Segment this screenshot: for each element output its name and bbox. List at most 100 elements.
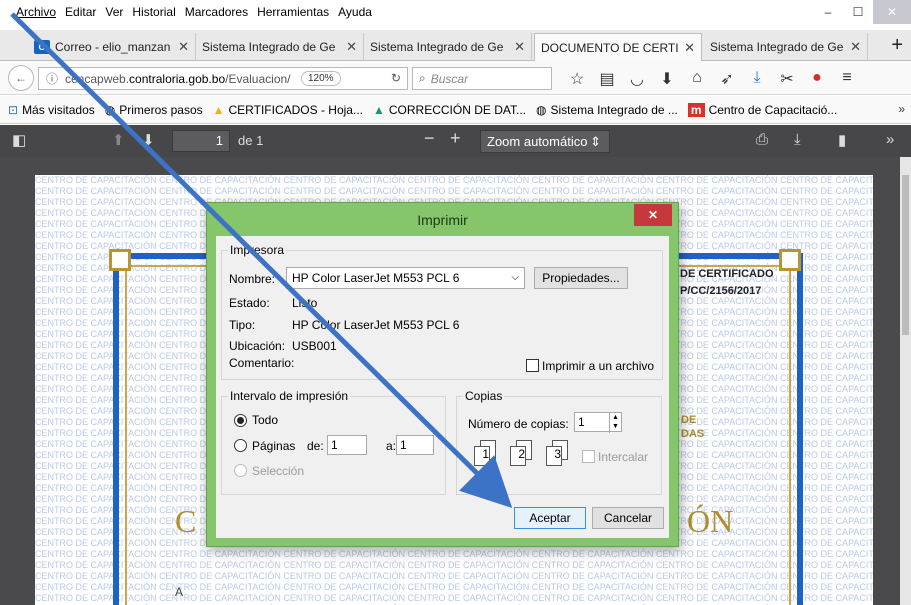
all-pages-radio[interactable] <box>234 414 247 427</box>
tab-correo[interactable]: O Correo - elio_manzan ✕ <box>28 33 196 61</box>
tools-chevron-icon[interactable]: » <box>886 131 894 148</box>
collate-label: Intercalar <box>598 450 649 464</box>
tab-label: Sistema Integrado de Ge <box>202 40 336 54</box>
bookmark-sistema[interactable]: ◍ Sistema Integrado de ... <box>536 103 678 117</box>
zoom-in-icon[interactable]: + <box>450 128 461 149</box>
window-controls: ‒ ☐ ✕ <box>813 0 911 24</box>
close-icon[interactable]: ✕ <box>634 204 672 226</box>
sidebar-toggle-icon[interactable]: ◧ <box>12 131 26 149</box>
collate-page: 2 <box>518 447 525 461</box>
url-bar[interactable]: ⓘ cencapweb.contraloria.gob.bo/Evaluacio… <box>38 67 408 90</box>
menu-archivo[interactable]: Archivo <box>16 5 56 19</box>
pocket-icon[interactable]: ◡ <box>622 69 652 89</box>
bookmark-label: Sistema Integrado de ... <box>550 102 678 117</box>
menu-marcadores[interactable]: Marcadores <box>185 5 248 19</box>
menu-historial[interactable]: Historial <box>132 5 175 19</box>
status-label: Estado: <box>229 296 270 310</box>
back-arrow-icon[interactable]: ← <box>8 65 34 91</box>
close-tab-icon[interactable]: ✕ <box>850 39 861 55</box>
print-to-file-checkbox[interactable] <box>526 359 539 372</box>
location-value: USB001 <box>292 339 337 353</box>
tab-sistema-1[interactable]: Sistema Integrado de Ge ✕ <box>196 33 364 61</box>
zoom-select[interactable]: Zoom automático ⇕ <box>480 130 610 153</box>
screenshot-icon[interactable]: ✂ <box>772 69 802 89</box>
bookmark-mas-visitados[interactable]: ⊡ Más visitados <box>8 103 95 117</box>
minimize-icon[interactable]: ‒ <box>813 0 843 24</box>
bookmark-correccion[interactable]: ▲ CORRECCIÓN DE DAT... <box>373 103 526 117</box>
search-input[interactable]: ⌕ Buscar <box>412 67 552 90</box>
downloads-icon[interactable]: ⬇ <box>652 69 682 89</box>
bookmark-centro[interactable]: m Centro de Capacitació... <box>687 102 838 117</box>
new-tab-icon[interactable]: + <box>891 34 903 57</box>
close-window-icon[interactable]: ✕ <box>873 0 911 24</box>
tab-sistema-2[interactable]: Sistema Integrado de Ge ✕ <box>364 33 532 61</box>
status-value: Listo <box>292 296 318 310</box>
cancel-button[interactable]: Cancelar <box>592 507 664 529</box>
collate-page: 3 <box>554 447 561 461</box>
zoom-indicator[interactable]: 120% <box>301 71 341 86</box>
menu-herramientas[interactable]: Herramientas <box>257 5 329 19</box>
reload-icon[interactable]: ↻ <box>391 71 401 85</box>
ok-button[interactable]: Aceptar <box>514 507 586 529</box>
bookmark-primeros-pasos[interactable]: ◍ Primeros pasos <box>105 103 203 117</box>
bookmark-label: Centro de Capacitació... <box>708 102 838 117</box>
zoom-out-icon[interactable]: − <box>424 128 435 149</box>
bookmarks-bar: ⊡ Más visitados ◍ Primeros pasos ▲ CERTI… <box>0 96 911 124</box>
info-icon[interactable]: ⓘ <box>43 70 61 87</box>
moodle-icon: m <box>687 102 705 117</box>
maximize-icon[interactable]: ☐ <box>843 0 873 24</box>
gmail-icon[interactable]: ● <box>802 69 832 89</box>
group-label: Intervalo de impresión <box>228 389 351 403</box>
scrollbar-thumb[interactable] <box>902 175 909 335</box>
selection-label: Selección <box>252 464 305 478</box>
from-page-input[interactable]: 1 <box>327 435 367 455</box>
selection-radio[interactable] <box>234 464 247 477</box>
bookmark-label: CORRECCIÓN DE DAT... <box>388 102 526 117</box>
menu-ayuda[interactable]: Ayuda <box>338 5 372 19</box>
hamburger-menu-icon[interactable]: ≡ <box>832 69 862 89</box>
menu-editar[interactable]: Editar <box>65 5 96 19</box>
all-pages-label: Todo <box>252 413 279 427</box>
bookmark-star-icon[interactable]: ☆ <box>562 69 592 89</box>
bookmark-icon[interactable]: ▮ <box>838 131 846 149</box>
next-page-icon[interactable]: ⬇ <box>142 131 155 149</box>
heading-fragment: DE DAS <box>681 413 704 441</box>
close-tab-icon[interactable]: ✕ <box>346 39 357 55</box>
close-tab-icon[interactable]: ✕ <box>514 39 525 55</box>
drive-icon: ▲ <box>212 102 225 117</box>
printer-select[interactable]: HP Color LaserJet M553 PCL 6 ⌵ <box>286 267 525 289</box>
download-arrow-icon[interactable]: ⤓ <box>742 69 772 89</box>
type-label: Tipo: <box>229 318 256 332</box>
menu-ver[interactable]: Ver <box>105 5 123 19</box>
collate-checkbox[interactable] <box>582 450 595 463</box>
reader-list-icon[interactable]: ▤ <box>592 69 622 89</box>
globe-icon: ◍ <box>536 102 547 117</box>
pages-radio[interactable] <box>234 439 247 452</box>
print-icon[interactable]: ⎙ <box>756 131 768 148</box>
close-tab-icon[interactable]: ✕ <box>178 39 189 55</box>
send-icon[interactable]: ➶ <box>712 69 742 89</box>
title-fragment-left: C <box>175 503 197 539</box>
bookmark-certificados[interactable]: ▲ CERTIFICADOS - Hoja... <box>213 103 363 117</box>
tab-documento[interactable]: DOCUMENTO DE CERTIF ✕ <box>534 33 702 61</box>
home-icon[interactable]: ⌂ <box>682 69 712 89</box>
search-icon: ⌕ <box>419 71 426 85</box>
chevron-right-icon[interactable]: » <box>898 102 905 116</box>
save-icon[interactable]: ⤓ <box>794 131 801 148</box>
close-tab-icon[interactable]: ✕ <box>684 40 695 56</box>
tab-sistema-3[interactable]: Sistema Integrado de Ge ✕ <box>704 33 868 61</box>
previous-page-icon[interactable]: ⬆ <box>112 131 125 149</box>
group-label: Copias <box>463 389 505 403</box>
to-page-input[interactable]: 1 <box>396 435 434 455</box>
title-fragment-right: ÓN <box>687 503 734 539</box>
copies-stepper[interactable]: 1 ▲ ▼ <box>574 412 622 433</box>
certificate-reference: DE CERTIFICADO P/CC/2156/2017 <box>680 266 774 300</box>
page-number-input[interactable]: 1 <box>172 130 230 152</box>
properties-button[interactable]: Propiedades... <box>534 267 628 289</box>
watermark-line: CENTRO DE CAPACITACIÓN CENTRO DE CAPACIT… <box>35 175 873 185</box>
vertical-scrollbar[interactable] <box>900 157 911 605</box>
tab-label: Sistema Integrado de Ge <box>370 40 504 54</box>
spin-arrows-icon[interactable]: ▲ ▼ <box>609 413 621 433</box>
tab-label: DOCUMENTO DE CERTIF <box>541 40 679 55</box>
type-value: HP Color LaserJet M553 PCL 6 <box>292 318 460 332</box>
